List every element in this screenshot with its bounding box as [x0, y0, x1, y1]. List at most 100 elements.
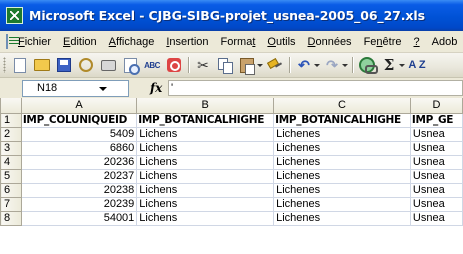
title-bar[interactable]: Microsoft Excel - CJBG-SIBG-projet_usnea…: [0, 0, 463, 31]
research-button[interactable]: [165, 56, 183, 74]
document-icon[interactable]: [6, 34, 19, 49]
paste-dropdown-arrow[interactable]: [257, 56, 263, 74]
format-painter-button[interactable]: [266, 56, 284, 74]
toolbar-grip-handle[interactable]: [3, 57, 6, 73]
cell-c8[interactable]: Lichenes: [273, 210, 411, 226]
cell-d2[interactable]: Usnea: [409, 126, 463, 142]
save-icon: [57, 58, 71, 72]
hyperlink-button[interactable]: [358, 56, 378, 74]
menu-edition[interactable]: Edition: [57, 36, 103, 48]
cell-a2[interactable]: 5409: [20, 126, 138, 142]
print-preview-button[interactable]: [121, 56, 140, 75]
menu-fentre[interactable]: Fenêtre: [358, 36, 408, 48]
cell-d5[interactable]: Usnea: [409, 168, 463, 184]
row-header[interactable]: 3: [0, 140, 22, 156]
autosum-button[interactable]: Σ: [380, 56, 398, 74]
redo-dropdown-arrow[interactable]: [342, 56, 348, 74]
cell-b1[interactable]: IMP_BOTANICALHIGHE: [136, 112, 275, 128]
undo-dropdown-arrow[interactable]: [314, 56, 320, 74]
research-icon: [167, 58, 181, 72]
undo-button[interactable]: ↶: [295, 56, 313, 74]
menu-données[interactable]: Données: [302, 36, 358, 48]
menu-outils[interactable]: Outils: [261, 36, 301, 48]
cell-d1[interactable]: IMP_GE: [409, 112, 463, 128]
column-header-c[interactable]: C: [273, 98, 411, 114]
toolbar-separator: [352, 57, 353, 73]
print-button[interactable]: [99, 56, 117, 74]
menu-[interactable]: ?: [408, 36, 426, 48]
menu-insertion[interactable]: Insertion: [160, 36, 214, 48]
cell-c1[interactable]: IMP_BOTANICALHIGHE: [273, 112, 411, 128]
row-header[interactable]: 6: [0, 182, 22, 198]
cell-a7[interactable]: 20239: [20, 196, 138, 212]
autosum-icon: Σ: [383, 56, 395, 74]
menu-affichage[interactable]: Affichage: [103, 36, 161, 48]
formula-input[interactable]: ': [168, 80, 463, 96]
save-button[interactable]: [55, 56, 73, 74]
row-header[interactable]: 5: [0, 168, 22, 184]
row-header[interactable]: 8: [0, 210, 22, 226]
cell-a1[interactable]: IMP_COLUNIQUEID: [20, 112, 138, 128]
window-title: Microsoft Excel - CJBG-SIBG-projet_usnea…: [29, 8, 425, 23]
cell-a5[interactable]: 20237: [20, 168, 138, 184]
cell-c4[interactable]: Lichenes: [273, 154, 411, 170]
cell-a8[interactable]: 54001: [20, 210, 138, 226]
redo-button[interactable]: ↷: [323, 56, 341, 74]
menu-bar: Fichier Edition Affichage Insertion Format Ou…: [0, 31, 463, 53]
permission-icon: [79, 58, 93, 72]
chevron-down-icon[interactable]: [98, 83, 108, 95]
cell-b8[interactable]: Lichens: [136, 210, 275, 226]
row-header[interactable]: 7: [0, 196, 22, 212]
excel-app-icon[interactable]: [6, 7, 23, 24]
cell-b6[interactable]: Lichens: [136, 182, 275, 198]
cell-d3[interactable]: Usnea: [409, 140, 463, 156]
cell-b3[interactable]: Lichens: [136, 140, 275, 156]
column-header-d[interactable]: D: [409, 98, 463, 114]
copy-button[interactable]: [216, 56, 234, 74]
format-painter-icon: [267, 58, 283, 72]
menu-format[interactable]: Format: [215, 36, 262, 48]
name-box[interactable]: N18: [22, 79, 129, 97]
spelling-button[interactable]: ABC: [143, 56, 161, 74]
cell-c2[interactable]: Lichenes: [273, 126, 411, 142]
formula-bar: N18 fx ': [0, 78, 463, 98]
cell-c6[interactable]: Lichenes: [273, 182, 411, 198]
column-header-b[interactable]: B: [136, 98, 275, 114]
permission-button[interactable]: [77, 56, 95, 74]
cell-c3[interactable]: Lichenes: [273, 140, 411, 156]
open-button[interactable]: [33, 56, 51, 74]
cell-a6[interactable]: 20238: [20, 182, 138, 198]
table-row: 1 IMP_COLUNIQUEID IMP_BOTANICALHIGHE IMP_BO…: [0, 112, 463, 128]
cell-a4[interactable]: 20236: [20, 154, 138, 170]
row-header[interactable]: 4: [0, 154, 22, 170]
cell-d8[interactable]: Usnea: [409, 210, 463, 226]
cell-b4[interactable]: Lichens: [136, 154, 275, 170]
undo-icon: ↶: [298, 56, 310, 73]
new-button[interactable]: [11, 56, 29, 74]
open-icon: [34, 59, 50, 71]
cell-c7[interactable]: Lichenes: [273, 196, 411, 212]
column-header-a[interactable]: A: [20, 98, 138, 114]
cell-d7[interactable]: Usnea: [409, 196, 463, 212]
row-header[interactable]: 1: [0, 112, 22, 128]
redo-icon: ↷: [326, 56, 338, 73]
cell-b5[interactable]: Lichens: [136, 168, 275, 184]
cell-d6[interactable]: Usnea: [409, 182, 463, 198]
menu-adob[interactable]: Adob: [426, 36, 463, 48]
cell-d4[interactable]: Usnea: [409, 154, 463, 170]
cut-button[interactable]: ✂: [194, 56, 212, 74]
sort-ascending-button[interactable]: A Z: [408, 56, 426, 74]
table-row: 2 5409 Lichens Lichenes Usnea: [0, 126, 463, 142]
cell-a3[interactable]: 6860: [20, 140, 138, 156]
new-icon: [14, 57, 26, 73]
function-icon[interactable]: fx: [150, 81, 162, 95]
select-all-corner[interactable]: [0, 98, 22, 114]
hyperlink-icon: [359, 57, 378, 74]
cell-b7[interactable]: Lichens: [136, 196, 275, 212]
autosum-dropdown-arrow[interactable]: [399, 56, 405, 74]
name-box-value[interactable]: N18: [23, 82, 57, 94]
row-header[interactable]: 2: [0, 126, 22, 142]
cell-c5[interactable]: Lichenes: [273, 168, 411, 184]
paste-button[interactable]: [238, 56, 256, 75]
cell-b2[interactable]: Lichens: [136, 126, 275, 142]
